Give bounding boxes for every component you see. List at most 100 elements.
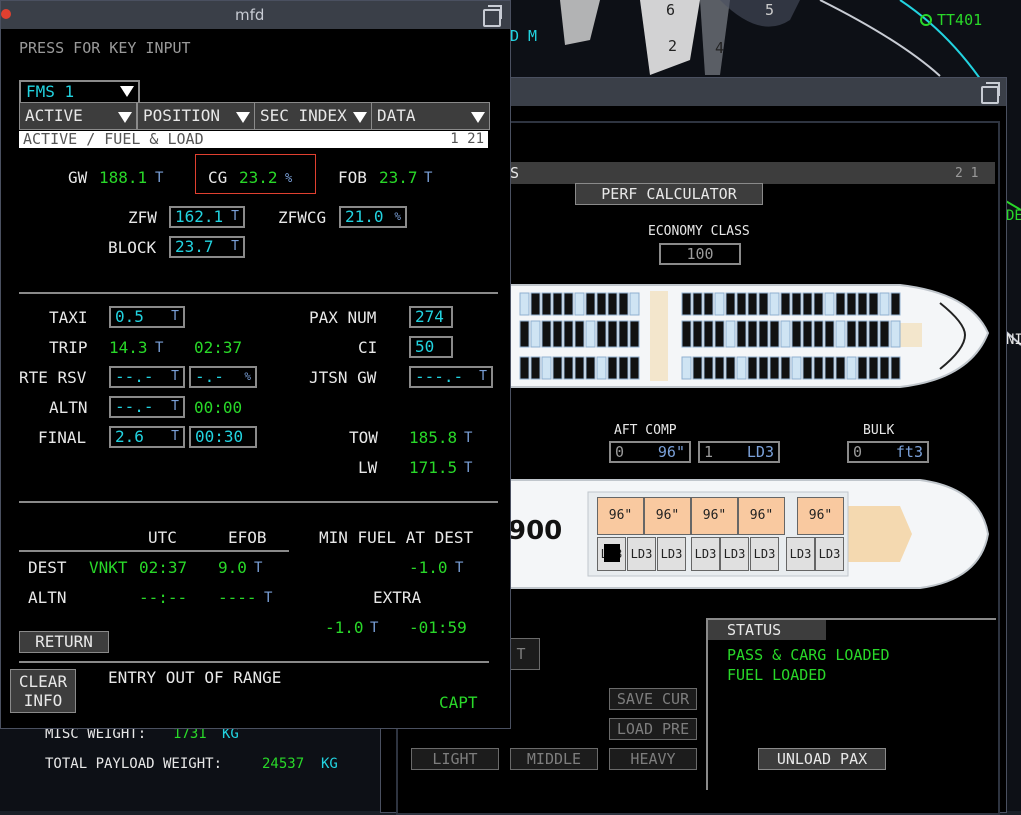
pax-num-input[interactable]: 274 bbox=[409, 306, 453, 328]
total-payload-label: TOTAL PAYLOAD WEIGHT: bbox=[45, 756, 223, 772]
gw-unit: T bbox=[155, 170, 164, 186]
dest-airport: VNKT bbox=[89, 558, 128, 577]
jtsn-gw-input[interactable]: ---.- T bbox=[409, 366, 493, 388]
chevron-down-icon bbox=[236, 112, 250, 123]
status-divider bbox=[706, 618, 708, 790]
maximize-icon[interactable] bbox=[981, 82, 1000, 104]
block-input[interactable]: 23.7 T bbox=[169, 236, 245, 258]
tow-unit: T bbox=[464, 430, 473, 446]
cargo-position-bottom[interactable]: LD3 bbox=[691, 537, 720, 571]
menu-position[interactable]: POSITION bbox=[137, 102, 255, 130]
lw-label: LW bbox=[358, 458, 378, 477]
cg-unit: % bbox=[285, 171, 293, 185]
load-pre-button[interactable]: LOAD PRE bbox=[609, 718, 697, 740]
rte-rsv-pct-input[interactable]: -.- % bbox=[189, 366, 257, 388]
seat bbox=[747, 320, 758, 348]
block-label: BLOCK bbox=[108, 238, 157, 257]
light-button[interactable]: LIGHT bbox=[411, 748, 499, 770]
seat bbox=[824, 292, 835, 316]
cargo-position-top[interactable]: 96" bbox=[597, 497, 644, 535]
cargo-position-top[interactable]: 96" bbox=[691, 497, 738, 535]
seat bbox=[747, 356, 758, 380]
bulk-field[interactable]: 0 ft3 bbox=[847, 441, 929, 463]
mfd-window-title: mfd bbox=[235, 6, 265, 24]
unload-pax-button[interactable]: UNLOAD PAX bbox=[758, 748, 886, 770]
taxi-input[interactable]: 0.5 T bbox=[109, 306, 185, 328]
seat bbox=[835, 356, 846, 380]
bulk-label: BULK bbox=[863, 423, 895, 438]
seat bbox=[802, 356, 813, 380]
rte-rsv-pct-unit: % bbox=[244, 370, 251, 383]
lw-value: 171.5 bbox=[409, 458, 458, 477]
seat bbox=[530, 356, 541, 380]
jtsn-gw-label: JTSN GW bbox=[309, 368, 377, 387]
zfw-input[interactable]: 162.1 T bbox=[169, 206, 245, 228]
cargo-position-top[interactable]: 96" bbox=[644, 497, 691, 535]
page-title-bar: ACTIVE / FUEL & LOAD 1 21 bbox=[19, 130, 488, 148]
mfd-titlebar[interactable]: mfd bbox=[1, 1, 510, 29]
seat bbox=[802, 292, 813, 316]
aft-comp-ld-field[interactable]: 1 LD3 bbox=[698, 441, 780, 463]
min-fuel-unit: T bbox=[455, 560, 464, 576]
seat bbox=[629, 292, 640, 316]
middle-button[interactable]: MIDDLE bbox=[510, 748, 598, 770]
seat bbox=[585, 320, 596, 348]
rte-rsv-input[interactable]: --.- T bbox=[109, 366, 185, 388]
heavy-button[interactable]: HEAVY bbox=[609, 748, 697, 770]
cargo-position-top[interactable]: 96" bbox=[738, 497, 785, 535]
cargo-position-bottom[interactable]: LD3 bbox=[720, 537, 749, 571]
aft-comp-pax-field[interactable]: 0 96" bbox=[609, 441, 691, 463]
key-input-prompt[interactable]: PRESS FOR KEY INPUT bbox=[19, 38, 191, 58]
return-button[interactable]: RETURN bbox=[19, 631, 109, 653]
final-time-input[interactable]: 00:30 bbox=[189, 426, 257, 448]
zfwcg-input[interactable]: 21.0 % bbox=[339, 206, 407, 228]
cargo-position-bottom[interactable]: LD3 bbox=[750, 537, 779, 571]
ci-value: 50 bbox=[415, 337, 435, 356]
menu-data[interactable]: DATA bbox=[371, 102, 490, 130]
economy-class-field[interactable]: 100 bbox=[659, 243, 741, 265]
seat bbox=[607, 356, 618, 380]
seat bbox=[857, 356, 868, 380]
seat bbox=[780, 320, 791, 348]
cargo-position-bottom[interactable]: LD3 bbox=[786, 537, 815, 571]
seat bbox=[868, 320, 879, 348]
close-icon[interactable] bbox=[1, 9, 11, 19]
seat bbox=[563, 320, 574, 348]
seat bbox=[574, 356, 585, 380]
zfwcg-value: 21.0 bbox=[345, 207, 384, 226]
ci-input[interactable]: 50 bbox=[409, 336, 453, 358]
final-input[interactable]: 2.6 T bbox=[109, 426, 185, 448]
tow-label: TOW bbox=[349, 428, 378, 447]
fms-select[interactable]: FMS 1 bbox=[19, 80, 140, 104]
clear-info-button[interactable]: CLEAR INFO bbox=[10, 669, 76, 713]
perf-calculator-button[interactable]: PERF CALCULATOR bbox=[575, 183, 763, 205]
seat bbox=[596, 292, 607, 316]
menu-active[interactable]: ACTIVE bbox=[19, 102, 137, 130]
altn-input[interactable]: --.- T bbox=[109, 396, 185, 418]
selected-container-marker bbox=[604, 544, 620, 562]
menu-sec-index[interactable]: SEC INDEX bbox=[254, 102, 372, 130]
seat bbox=[780, 292, 791, 316]
cargo-position-bottom[interactable]: LD3 bbox=[657, 537, 686, 571]
page-index: 1 21 bbox=[450, 131, 484, 147]
clear-info-line-2: INFO bbox=[23, 691, 63, 710]
seat bbox=[541, 320, 552, 348]
rte-rsv-unit: T bbox=[171, 369, 179, 384]
final-unit: T bbox=[171, 429, 179, 444]
cargo-position-bottom[interactable]: LD3 bbox=[815, 537, 844, 571]
seat bbox=[890, 356, 901, 380]
seat bbox=[890, 292, 901, 316]
maximize-icon[interactable] bbox=[483, 5, 502, 27]
seat bbox=[714, 292, 725, 316]
seat bbox=[835, 320, 846, 348]
cargo-position-bottom[interactable]: LD3 bbox=[627, 537, 656, 571]
save-cur-button[interactable]: SAVE CUR bbox=[609, 688, 697, 710]
bulk-unit: ft3 bbox=[895, 443, 923, 461]
seat bbox=[725, 356, 736, 380]
trip-time: 02:37 bbox=[194, 338, 243, 357]
seat bbox=[681, 356, 692, 380]
seat bbox=[791, 356, 802, 380]
bulk-count: 0 bbox=[853, 443, 863, 461]
seat bbox=[725, 320, 736, 348]
cargo-position-top[interactable]: 96" bbox=[797, 497, 844, 535]
